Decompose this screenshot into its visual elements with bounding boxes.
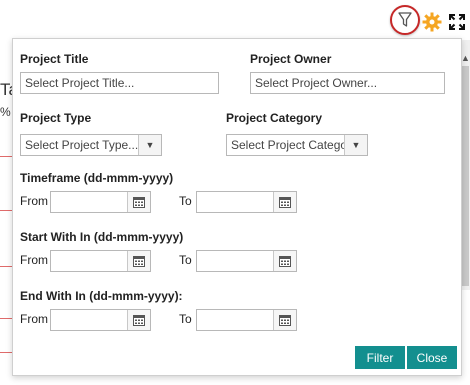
background-row-divider: [0, 210, 12, 211]
calendar-glyph: [133, 256, 145, 267]
filter-funnel-glyph: [398, 12, 412, 27]
start-within-from-label: From: [20, 253, 48, 267]
calendar-glyph: [279, 256, 291, 267]
background-row-divider: [0, 318, 12, 319]
chevron-down-icon[interactable]: ▼: [344, 135, 367, 155]
start-within-from-date[interactable]: [50, 250, 151, 272]
calendar-glyph: [133, 197, 145, 208]
calendar-glyph: [133, 315, 145, 326]
project-type-label: Project Type: [20, 111, 92, 125]
start-within-to-label: To: [179, 253, 192, 267]
date-text-field[interactable]: [197, 251, 273, 271]
calendar-glyph: [279, 315, 291, 326]
scroll-up-arrow-icon[interactable]: ▲: [461, 52, 470, 64]
filter-icon[interactable]: [390, 5, 420, 35]
end-within-from-label: From: [20, 312, 48, 326]
timeframe-from-label: From: [20, 194, 48, 208]
start-within-label: Start With In (dd-mmm-yyyy): [20, 230, 184, 244]
project-owner-label: Project Owner: [250, 52, 332, 66]
project-type-value: Select Project Type...: [25, 138, 138, 152]
scrollbar-thumb[interactable]: [462, 66, 469, 286]
project-category-label: Project Category: [226, 111, 323, 125]
start-within-to-date[interactable]: [196, 250, 297, 272]
calendar-icon[interactable]: [273, 251, 296, 271]
date-text-field[interactable]: [197, 192, 273, 212]
calendar-icon[interactable]: [273, 310, 296, 330]
project-type-select[interactable]: Select Project Type... ▼: [20, 134, 162, 156]
project-title-label: Project Title: [20, 52, 89, 66]
background-percent-fragment: %: [0, 105, 11, 119]
background-row-divider: [0, 352, 12, 353]
project-category-select[interactable]: Select Project Catego ▼: [226, 134, 368, 156]
background-row-divider: [0, 156, 12, 157]
filter-panel: Project Title Select Project Title... Pr…: [12, 38, 462, 376]
calendar-icon[interactable]: [273, 192, 296, 212]
calendar-icon[interactable]: [127, 192, 150, 212]
project-category-value: Select Project Catego: [231, 138, 344, 152]
project-title-input[interactable]: Select Project Title...: [20, 72, 219, 94]
date-text-field[interactable]: [51, 310, 127, 330]
end-within-from-date[interactable]: [50, 309, 151, 331]
expand-glyph: [449, 14, 465, 30]
filter-button[interactable]: Filter: [355, 346, 405, 369]
chevron-down-icon[interactable]: ▼: [138, 135, 161, 155]
end-within-label: End With In (dd-mmm-yyyy):: [20, 289, 183, 303]
calendar-icon[interactable]: [127, 310, 150, 330]
calendar-glyph: [279, 197, 291, 208]
project-title-placeholder: Select Project Title...: [25, 76, 135, 90]
project-owner-placeholder: Select Project Owner...: [255, 76, 378, 90]
date-text-field[interactable]: [51, 251, 127, 271]
project-owner-input[interactable]: Select Project Owner...: [250, 72, 445, 94]
date-text-field[interactable]: [197, 310, 273, 330]
calendar-icon[interactable]: [127, 251, 150, 271]
end-within-to-date[interactable]: [196, 309, 297, 331]
close-button[interactable]: Close: [407, 346, 457, 369]
gear-icon[interactable]: [421, 11, 443, 33]
timeframe-label: Timeframe (dd-mmm-yyyy): [20, 171, 174, 185]
gear-glyph: [422, 12, 442, 32]
date-text-field[interactable]: [51, 192, 127, 212]
expand-icon[interactable]: [448, 13, 466, 31]
end-within-to-label: To: [179, 312, 192, 326]
background-row-divider: [0, 266, 12, 267]
timeframe-to-label: To: [179, 194, 192, 208]
timeframe-to-date[interactable]: [196, 191, 297, 213]
timeframe-from-date[interactable]: [50, 191, 151, 213]
